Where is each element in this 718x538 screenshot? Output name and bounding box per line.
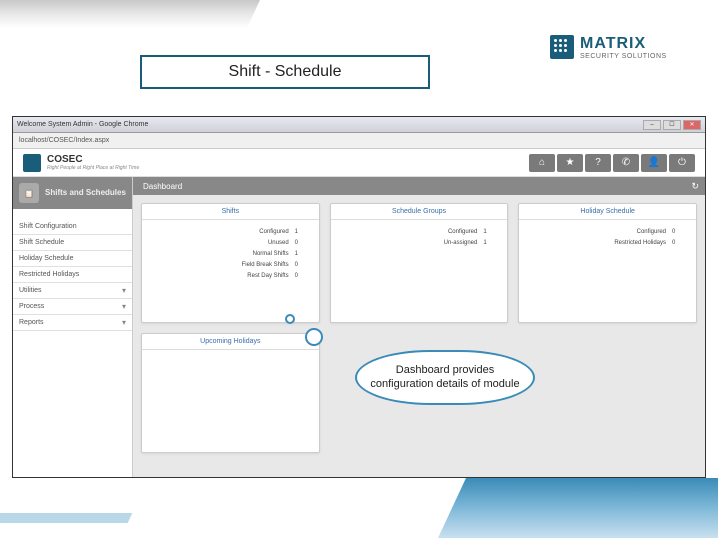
- sidebar-item-shift-schedule[interactable]: Shift Schedule: [13, 235, 132, 251]
- brand-logo-sub: SECURITY SOLUTIONS: [580, 53, 667, 60]
- decorative-stripe-bottom-left: [0, 513, 132, 523]
- card-holiday-schedule: Holiday Schedule Configured0 Restricted …: [518, 203, 697, 323]
- phone-icon[interactable]: ✆: [613, 154, 639, 172]
- brand-logo-name: MATRIX: [580, 35, 667, 53]
- app-header: COSEC Right People at Right Place at Rig…: [13, 149, 705, 177]
- callout-text: Dashboard provides configuration details…: [355, 350, 535, 405]
- url-text: localhost/COSEC/Index.aspx: [19, 137, 109, 144]
- window-titlebar: Welcome System Admin - Google Chrome – ☐…: [13, 117, 705, 133]
- card-shifts: Shifts Configured1 Unused0 Normal Shifts…: [141, 203, 320, 323]
- window-close-button[interactable]: ✕: [683, 120, 701, 130]
- power-icon[interactable]: ⏻: [669, 154, 695, 172]
- sidebar-header[interactable]: 📋 Shifts and Schedules: [13, 177, 132, 209]
- card-upcoming-holidays: Upcoming Holidays: [141, 333, 320, 453]
- sidebar-item-utilities[interactable]: Utilities▾: [13, 283, 132, 299]
- sidebar-item-shift-configuration[interactable]: Shift Configuration: [13, 219, 132, 235]
- sidebar-item-reports[interactable]: Reports▾: [13, 315, 132, 331]
- help-icon[interactable]: ?: [585, 154, 611, 172]
- window-minimize-button[interactable]: –: [643, 120, 661, 130]
- stat-field-break-shifts: Field Break Shifts0: [152, 259, 309, 270]
- home-icon[interactable]: ⌂: [529, 154, 555, 172]
- sidebar-item-restricted-holidays[interactable]: Restricted Holidays: [13, 267, 132, 283]
- callout-bubble-small: [285, 314, 295, 324]
- card-schedule-groups-title: Schedule Groups: [331, 204, 508, 220]
- card-holiday-schedule-title: Holiday Schedule: [519, 204, 696, 220]
- content-tab-dashboard[interactable]: Dashboard ↻: [133, 177, 705, 195]
- app-brand-name: COSEC: [47, 154, 139, 165]
- app-brand-tagline: Right People at Right Place at Right Tim…: [47, 165, 139, 171]
- card-shifts-title: Shifts: [142, 204, 319, 220]
- app-brand: COSEC Right People at Right Place at Rig…: [23, 154, 139, 172]
- chevron-down-icon: ▾: [122, 286, 126, 295]
- slide-title: Shift - Schedule: [140, 55, 430, 89]
- stat-configured: Configured1: [152, 226, 309, 237]
- card-schedule-groups: Schedule Groups Configured1 Un-assigned1: [330, 203, 509, 323]
- sidebar-item-holiday-schedule[interactable]: Holiday Schedule: [13, 251, 132, 267]
- sidebar: 📋 Shifts and Schedules Shift Configurati…: [13, 177, 133, 477]
- chevron-down-icon: ▾: [122, 318, 126, 327]
- window-maximize-button[interactable]: ☐: [663, 120, 681, 130]
- browser-window: Welcome System Admin - Google Chrome – ☐…: [12, 116, 706, 478]
- chevron-down-icon: ▾: [122, 302, 126, 311]
- star-icon[interactable]: ★: [557, 154, 583, 172]
- stat-hs-configured: Configured0: [529, 226, 686, 237]
- sidebar-header-label: Shifts and Schedules: [45, 189, 126, 198]
- annotation-callout: Dashboard provides configuration details…: [355, 350, 545, 410]
- card-upcoming-title: Upcoming Holidays: [142, 334, 319, 350]
- brand-logo-mark: [550, 35, 574, 59]
- stat-sg-unassigned: Un-assigned1: [341, 237, 498, 248]
- decorative-stripe-top: [0, 0, 260, 28]
- callout-bubble-medium: [305, 328, 323, 346]
- stat-unused: Unused0: [152, 237, 309, 248]
- stat-normal-shifts: Normal Shifts1: [152, 248, 309, 259]
- app-brand-mark: [23, 154, 41, 172]
- stat-rest-day-shifts: Rest Day Shifts0: [152, 270, 309, 281]
- brand-logo: MATRIX SECURITY SOLUTIONS: [550, 28, 700, 66]
- decorative-stripe-bottom: [438, 478, 718, 538]
- address-bar[interactable]: localhost/COSEC/Index.aspx: [13, 133, 705, 149]
- stat-hs-restricted: Restricted Holidays0: [529, 237, 686, 248]
- sidebar-item-process[interactable]: Process▾: [13, 299, 132, 315]
- content-tab-label: Dashboard: [143, 182, 182, 191]
- refresh-icon[interactable]: ↻: [691, 181, 699, 192]
- window-title: Welcome System Admin - Google Chrome: [17, 121, 148, 128]
- clipboard-icon: 📋: [19, 183, 39, 203]
- stat-sg-configured: Configured1: [341, 226, 498, 237]
- user-icon[interactable]: 👤: [641, 154, 667, 172]
